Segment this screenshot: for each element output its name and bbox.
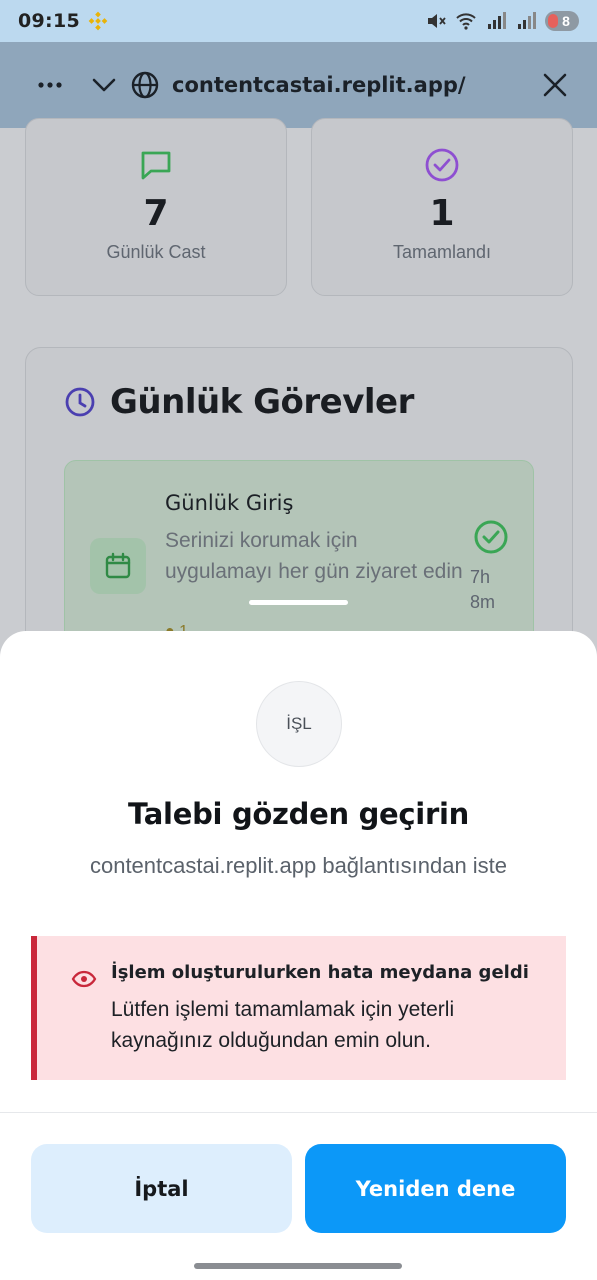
retry-button[interactable]: Yeniden dene bbox=[305, 1144, 566, 1233]
wifi-icon bbox=[456, 13, 476, 30]
stat-label: Tamamlandı bbox=[392, 242, 492, 262]
check-circle-icon bbox=[425, 148, 459, 182]
stat-value: 7 bbox=[143, 193, 169, 234]
status-bar: 09:15 8 bbox=[0, 0, 597, 42]
stat-label: Günlük Cast bbox=[106, 242, 206, 262]
task-time-hours: 7h bbox=[469, 567, 491, 587]
calendar-icon bbox=[105, 552, 131, 579]
clock-icon bbox=[65, 387, 95, 417]
globe-icon bbox=[131, 71, 159, 99]
sheet-drag-handle[interactable] bbox=[249, 600, 348, 605]
eye-icon bbox=[71, 970, 97, 988]
app-avatar: İŞL bbox=[256, 681, 342, 767]
mute-icon bbox=[428, 14, 446, 28]
close-button[interactable] bbox=[535, 65, 575, 105]
task-time-minutes: 8m bbox=[469, 592, 495, 612]
binance-icon bbox=[88, 11, 108, 31]
sheet-subtitle: contentcastai.replit.app bağlantısından … bbox=[89, 853, 508, 878]
home-indicator[interactable] bbox=[194, 1263, 402, 1269]
battery-level: 8 bbox=[562, 13, 570, 29]
task-time: 7h 8m bbox=[470, 565, 495, 615]
signal-icon bbox=[488, 12, 506, 29]
stat-value: 1 bbox=[429, 193, 455, 234]
error-title: İşlem oluşturulurken hata meydana geldi bbox=[111, 962, 529, 983]
daily-tasks-header: Günlük Görevler bbox=[64, 382, 414, 422]
signal-icon bbox=[518, 12, 536, 29]
browser-toolbar: contentcastai.replit.app/ bbox=[0, 42, 597, 128]
task-description: Serinizi korumak için uygulamayı her gün… bbox=[165, 529, 463, 583]
cancel-button[interactable]: İptal bbox=[31, 1144, 292, 1233]
expand-button[interactable] bbox=[84, 65, 124, 105]
error-message: Lütfen işlemi tamamlamak için yeterli ka… bbox=[111, 998, 455, 1052]
divider bbox=[0, 1112, 597, 1113]
task-title: Günlük Giriş bbox=[165, 491, 294, 515]
more-icon bbox=[38, 82, 62, 88]
sheet-title: Talebi gözden geçirin bbox=[128, 797, 469, 831]
battery-icon: 8 bbox=[545, 11, 579, 31]
review-request-sheet: İŞL Talebi gözden geçirin contentcastai.… bbox=[0, 631, 597, 1280]
daily-tasks-title: Günlük Görevler bbox=[110, 382, 414, 422]
error-banner: İşlem oluşturulurken hata meydana geldi … bbox=[31, 936, 566, 1080]
chat-icon bbox=[141, 151, 171, 180]
check-circle-icon bbox=[474, 520, 508, 554]
url-text[interactable]: contentcastai.replit.app/ bbox=[172, 73, 466, 97]
task-icon-box bbox=[90, 538, 146, 594]
close-icon bbox=[543, 73, 567, 97]
task-item-daily-login[interactable]: Günlük Giriş Serinizi korumak için uygul… bbox=[64, 460, 534, 660]
stat-card-casts: 7 Günlük Cast bbox=[25, 118, 287, 296]
more-button[interactable] bbox=[30, 65, 70, 105]
status-time: 09:15 bbox=[18, 10, 80, 32]
status-icons: 8 bbox=[425, 10, 579, 32]
chevron-down-icon bbox=[92, 78, 116, 92]
stat-card-completed: 1 Tamamlandı bbox=[311, 118, 573, 296]
